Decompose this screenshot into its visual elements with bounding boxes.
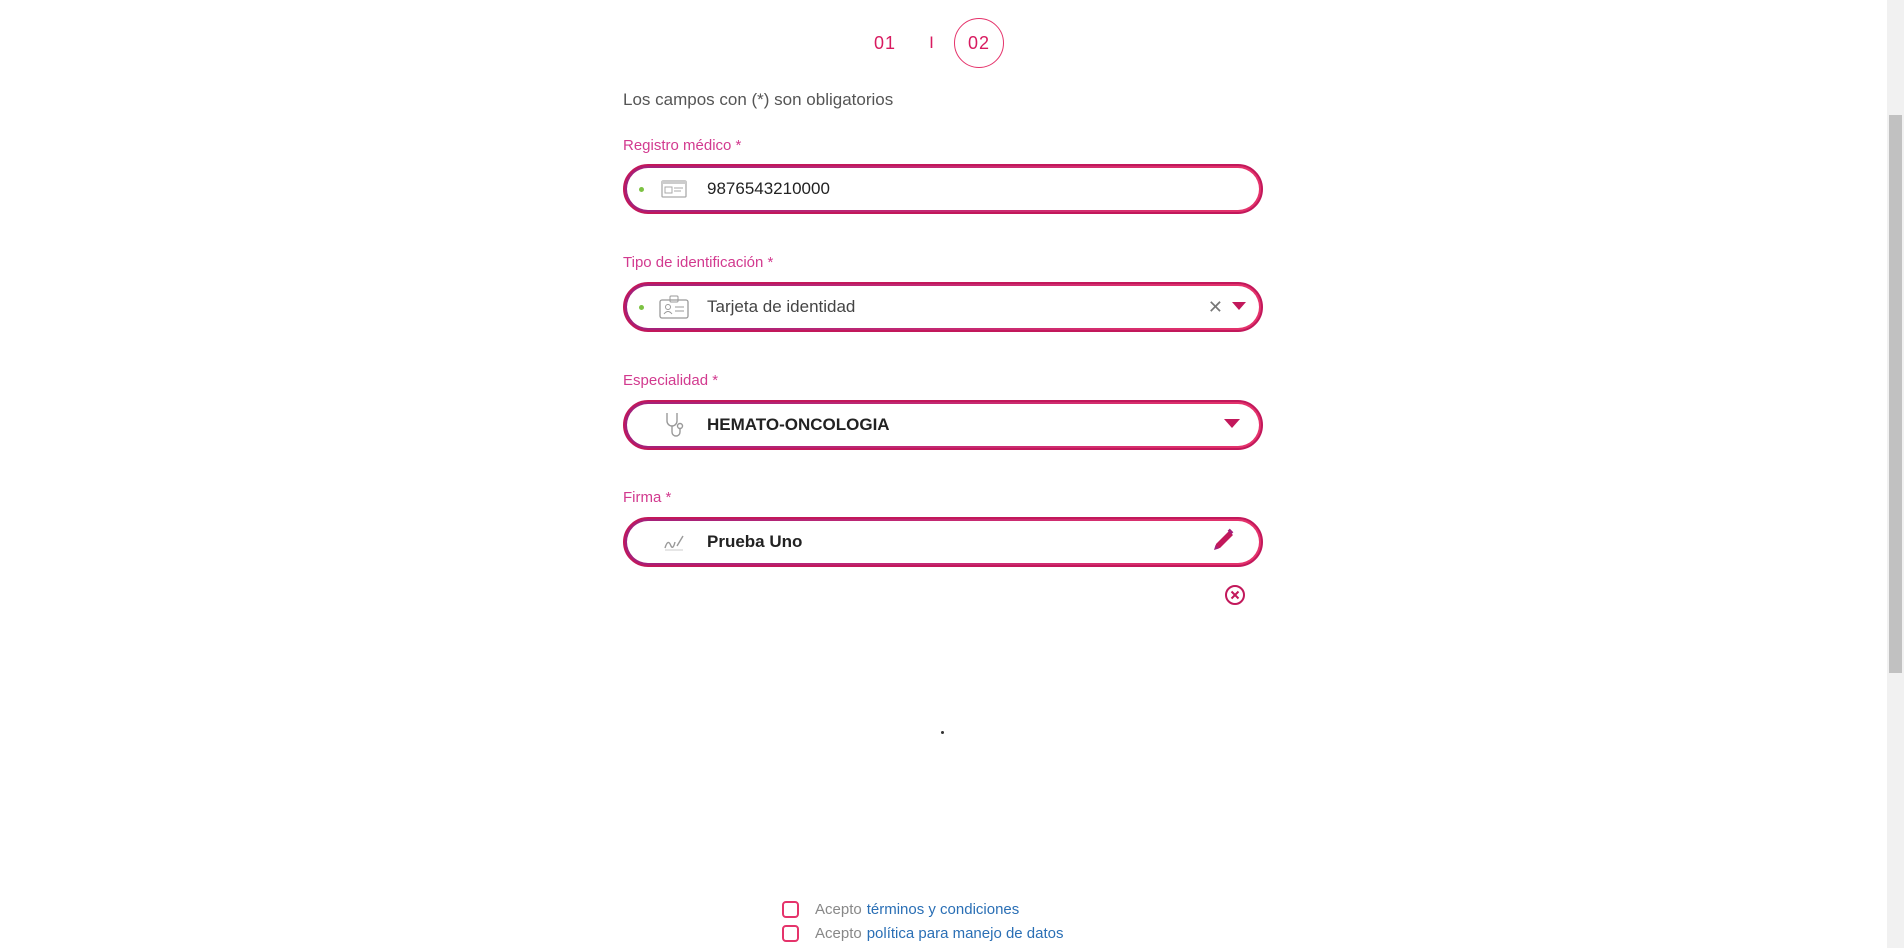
firma-label: Firma * [623, 489, 672, 506]
consent-terms: Acepto términos y condiciones [782, 901, 1019, 918]
scrollbar-track[interactable] [1887, 0, 1904, 948]
scrollbar-thumb[interactable] [1889, 115, 1902, 673]
especialidad-label: Especialidad * [623, 372, 719, 389]
registro-medico-field[interactable]: 9876543210000 [623, 164, 1263, 214]
step-1-label: 01 [873, 32, 897, 53]
badge-icon [659, 292, 689, 322]
close-circle-icon [1225, 585, 1245, 605]
data-policy-checkbox[interactable] [782, 925, 799, 942]
terms-checkbox[interactable] [782, 901, 799, 918]
registro-medico-value: 9876543210000 [707, 179, 830, 198]
firma-field[interactable]: Prueba Uno [623, 517, 1263, 567]
step-separator: I [929, 33, 935, 52]
id-card-icon [659, 174, 689, 204]
firma-value: Prueba Uno [707, 532, 803, 551]
chevron-down-icon[interactable] [1223, 416, 1241, 434]
clear-icon[interactable]: ✕ [1208, 298, 1223, 316]
stethoscope-icon [659, 410, 689, 440]
valid-indicator [639, 304, 644, 310]
pencil-icon[interactable] [1211, 527, 1237, 558]
data-policy-link[interactable]: política para manejo de datos [867, 925, 1064, 942]
consent-prefix: Acepto [815, 901, 862, 918]
step-2-current[interactable]: 02 [954, 18, 1004, 68]
tipo-identificacion-select[interactable]: Tarjeta de identidad ✕ [623, 282, 1263, 332]
especialidad-value: HEMATO-ONCOLOGIA [707, 415, 890, 434]
loading-indicator [941, 731, 944, 734]
especialidad-select[interactable]: HEMATO-ONCOLOGIA [623, 400, 1263, 450]
step-1[interactable]: 01 [860, 18, 910, 68]
registro-medico-label: Registro médico * [623, 137, 742, 154]
stepper: 01 I 02 [860, 18, 1004, 68]
remove-signature-button[interactable] [1224, 584, 1246, 606]
signature-icon [659, 527, 689, 557]
consent-prefix: Acepto [815, 925, 862, 942]
terms-link[interactable]: términos y condiciones [867, 901, 1020, 918]
valid-indicator [639, 186, 644, 192]
tipo-identificacion-value: Tarjeta de identidad [707, 297, 856, 316]
chevron-down-icon[interactable] [1231, 298, 1247, 316]
required-fields-note: Los campos con (*) son obligatorios [623, 90, 894, 109]
consent-data-policy: Acepto política para manejo de datos [782, 925, 1064, 942]
tipo-identificacion-label: Tipo de identificación * [623, 254, 774, 271]
step-2-label: 02 [967, 32, 991, 53]
